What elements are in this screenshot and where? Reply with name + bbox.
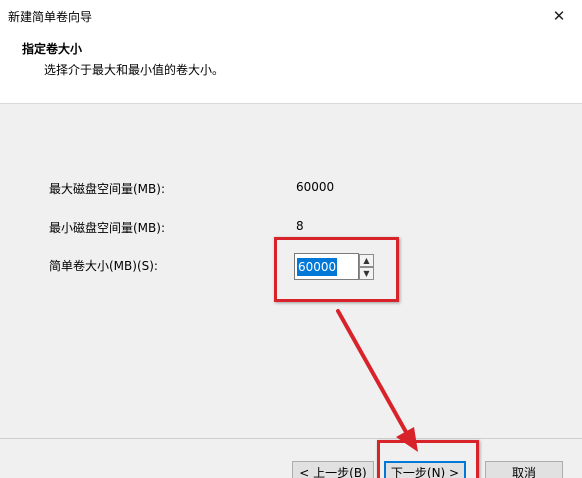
footer-divider bbox=[0, 438, 582, 439]
highlight-box-next bbox=[377, 440, 479, 478]
min-space-value: 8 bbox=[296, 219, 304, 233]
page-subtitle: 选择介于最大和最小值的卷大小。 bbox=[44, 63, 225, 77]
wizard-window: 新建简单卷向导 ✕ 指定卷大小 选择介于最大和最小值的卷大小。 最大磁盘空间量(… bbox=[0, 0, 582, 478]
max-space-value: 60000 bbox=[296, 180, 335, 194]
highlight-box-size bbox=[274, 237, 399, 302]
window-title: 新建简单卷向导 bbox=[8, 10, 93, 24]
back-button[interactable]: < 上一步(B) bbox=[292, 461, 374, 478]
title-bar: 新建简单卷向导 ✕ bbox=[0, 0, 582, 32]
close-icon[interactable]: ✕ bbox=[536, 0, 582, 32]
max-space-label: 最大磁盘空间量(MB): bbox=[49, 182, 165, 196]
min-space-label: 最小磁盘空间量(MB): bbox=[49, 221, 165, 235]
wizard-header: 指定卷大小 选择介于最大和最小值的卷大小。 bbox=[0, 32, 582, 104]
cancel-button[interactable]: 取消 bbox=[485, 461, 563, 478]
page-title: 指定卷大小 bbox=[22, 42, 83, 56]
volume-size-label: 简单卷大小(MB)(S): bbox=[49, 259, 158, 273]
